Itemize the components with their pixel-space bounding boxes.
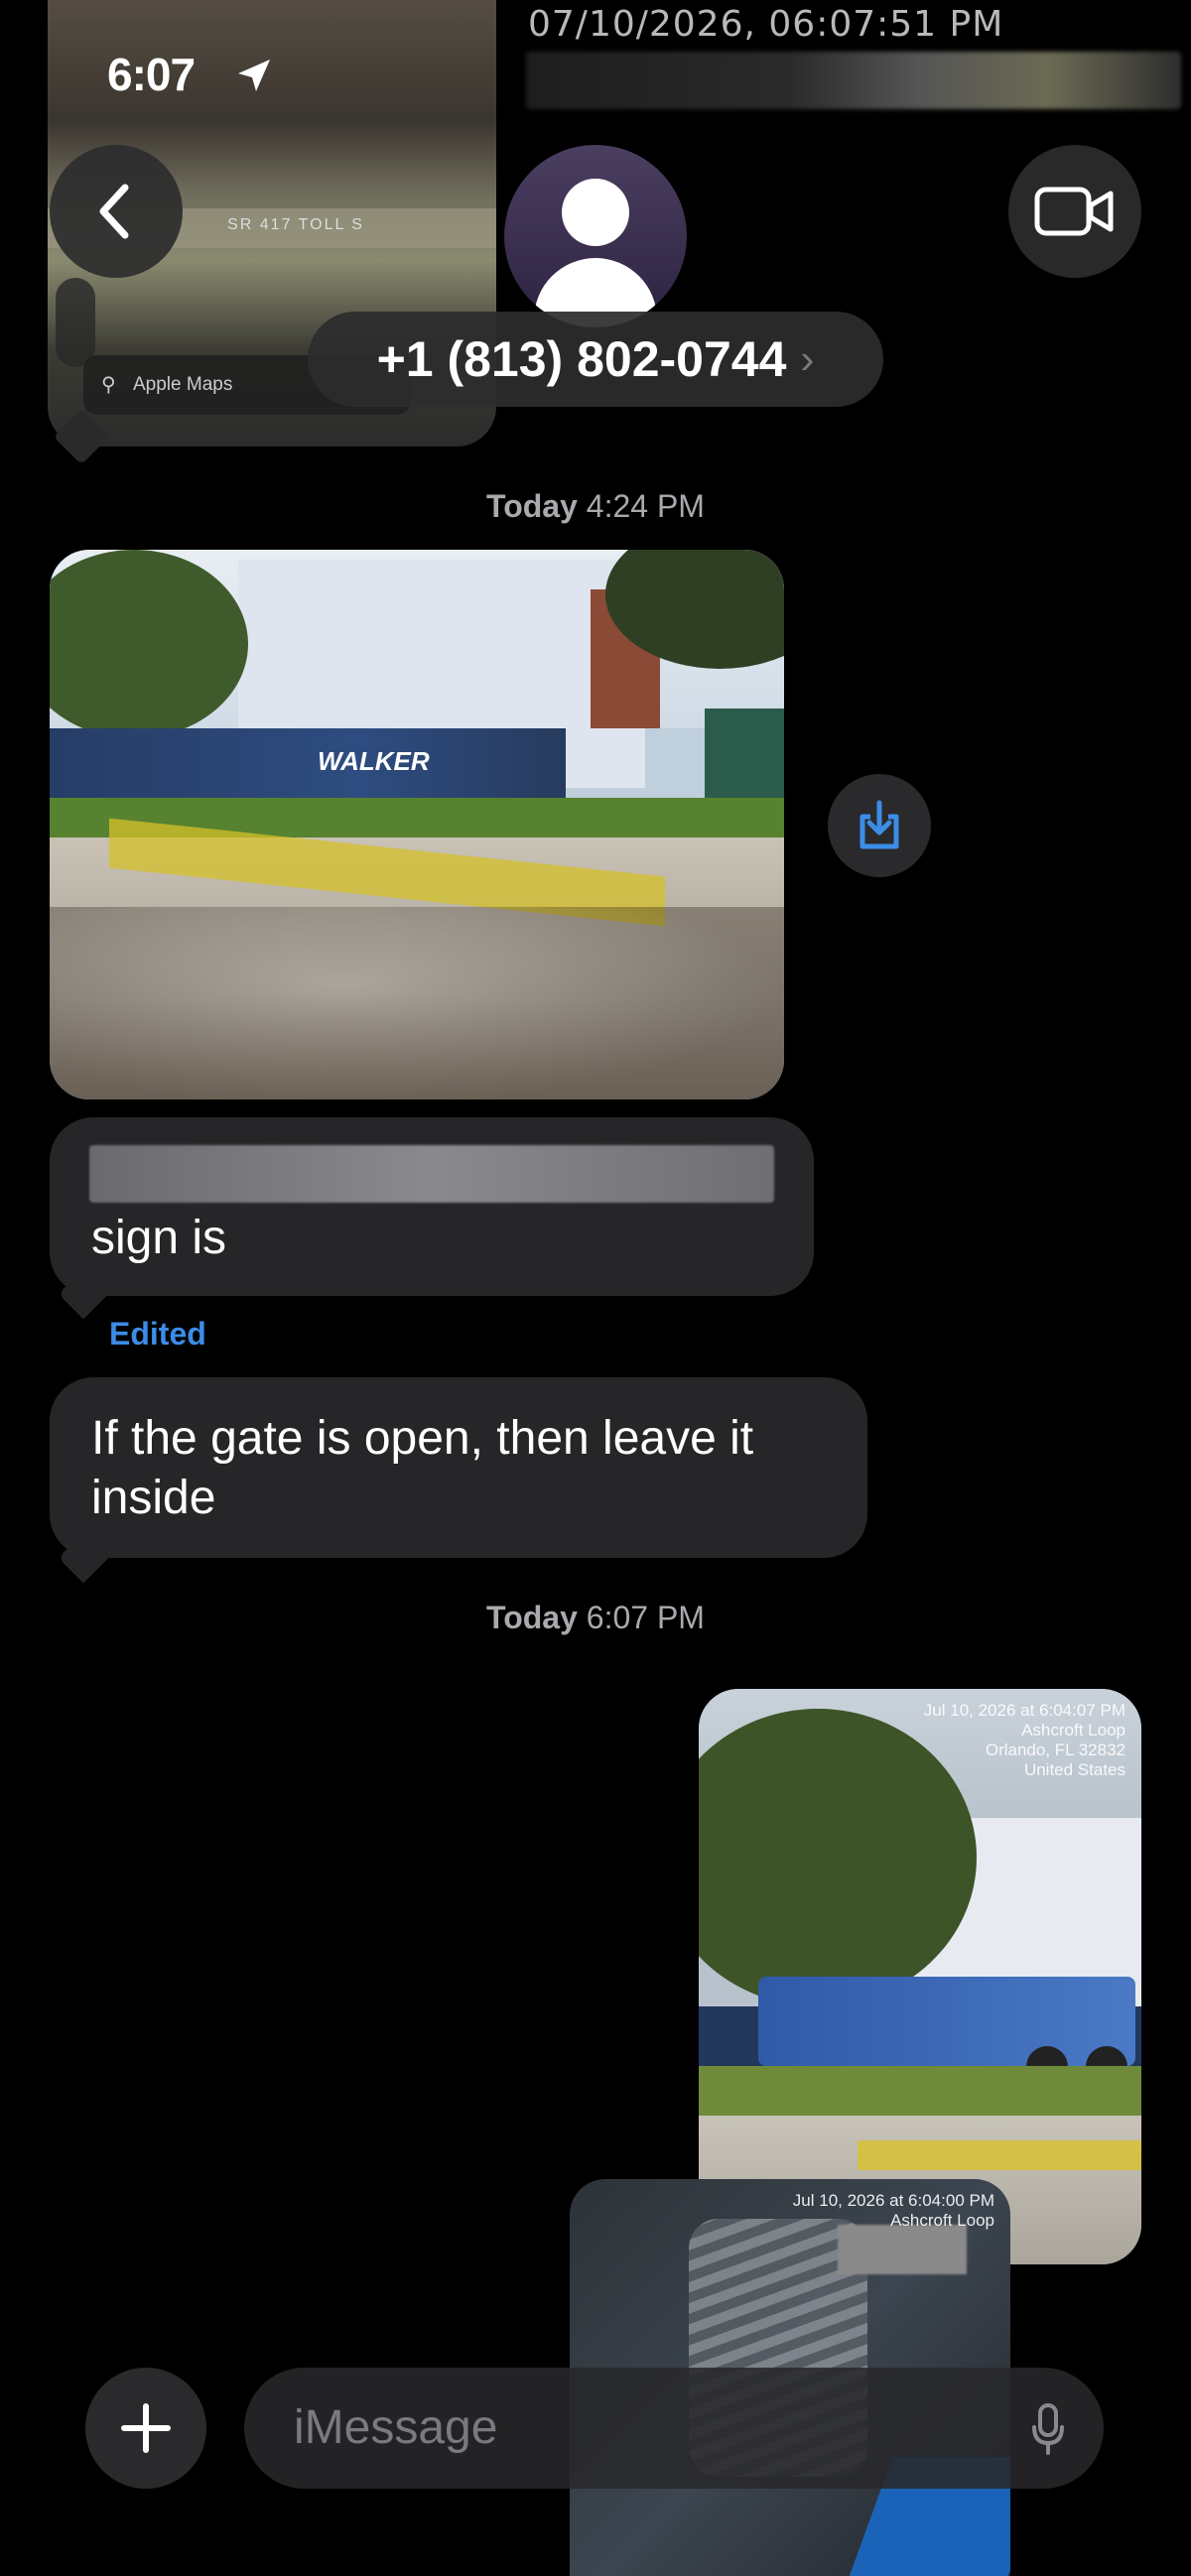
message-text: If the gate is open, then leave it insid… [91,1412,754,1524]
redacted-area [526,52,1181,109]
map-side-control [56,278,95,367]
timestamp-time: 6:07 PM [586,1600,705,1635]
video-camera-icon [1034,187,1114,236]
photo-fence-text: WALKER [318,746,430,776]
photo-shade [50,907,784,1099]
capture-timestamp: 07/10/2026, 06:07:51 PM [528,4,1004,45]
message-input-placeholder: iMessage [294,2401,498,2454]
back-chevron-icon [99,184,129,239]
save-download-icon [860,800,899,849]
status-time: 6:07 [107,49,196,100]
search-icon: ⚲ [101,374,116,396]
message-input[interactable]: iMessage [244,2368,1104,2489]
location-arrow-icon [238,60,270,91]
contact-name-button[interactable]: +1 (813) 802-0744 › [308,312,883,407]
received-message-bubble[interactable]: If the gate is open, then leave it insid… [50,1377,867,1558]
messages-screen: SR 417 TOLL S ⚲ Apple Maps 6:07 07/10/20… [0,0,1191,2576]
microphone-icon[interactable] [1030,2403,1066,2455]
timestamp-time: 4:24 PM [586,488,705,524]
redacted-area [838,2225,967,2274]
sent-photo[interactable]: Jul 10, 2026 at 6:04:07 PM Ashcroft Loop… [699,1689,1141,2264]
edited-label[interactable]: Edited [109,1316,206,1352]
back-button[interactable] [50,145,183,278]
received-photo[interactable]: WALKER [50,550,784,1099]
save-photo-button[interactable] [828,774,931,877]
chevron-right-icon: › [800,335,815,382]
apple-maps-label: Apple Maps [133,374,233,395]
person-icon [562,179,629,246]
contact-phone-number: +1 (813) 802-0744 [376,331,787,387]
thread-timestamp: Today 4:24 PM [0,488,1191,525]
photo-fence [50,728,566,803]
received-message-bubble[interactable]: sign is [50,1117,814,1296]
photo-location-stamp: Jul 10, 2026 at 6:04:00 PM Ashcroft Loop [792,2191,994,2230]
photo-boom-lift [758,1977,1135,2066]
photo-yellow-marking [858,2140,1141,2170]
timestamp-day: Today [486,1600,578,1635]
timestamp-day: Today [486,488,578,524]
plus-icon [121,2403,171,2453]
thread-timestamp: Today 6:07 PM [0,1600,1191,1636]
map-road-sign: SR 417 TOLL S [227,216,364,233]
redacted-text [89,1145,774,1203]
facetime-video-button[interactable] [1008,145,1141,278]
photo-location-stamp: Jul 10, 2026 at 6:04:07 PM Ashcroft Loop… [923,1701,1125,1779]
message-text: sign is [91,1212,227,1264]
contact-avatar[interactable] [504,145,687,327]
add-attachment-button[interactable] [85,2368,206,2489]
